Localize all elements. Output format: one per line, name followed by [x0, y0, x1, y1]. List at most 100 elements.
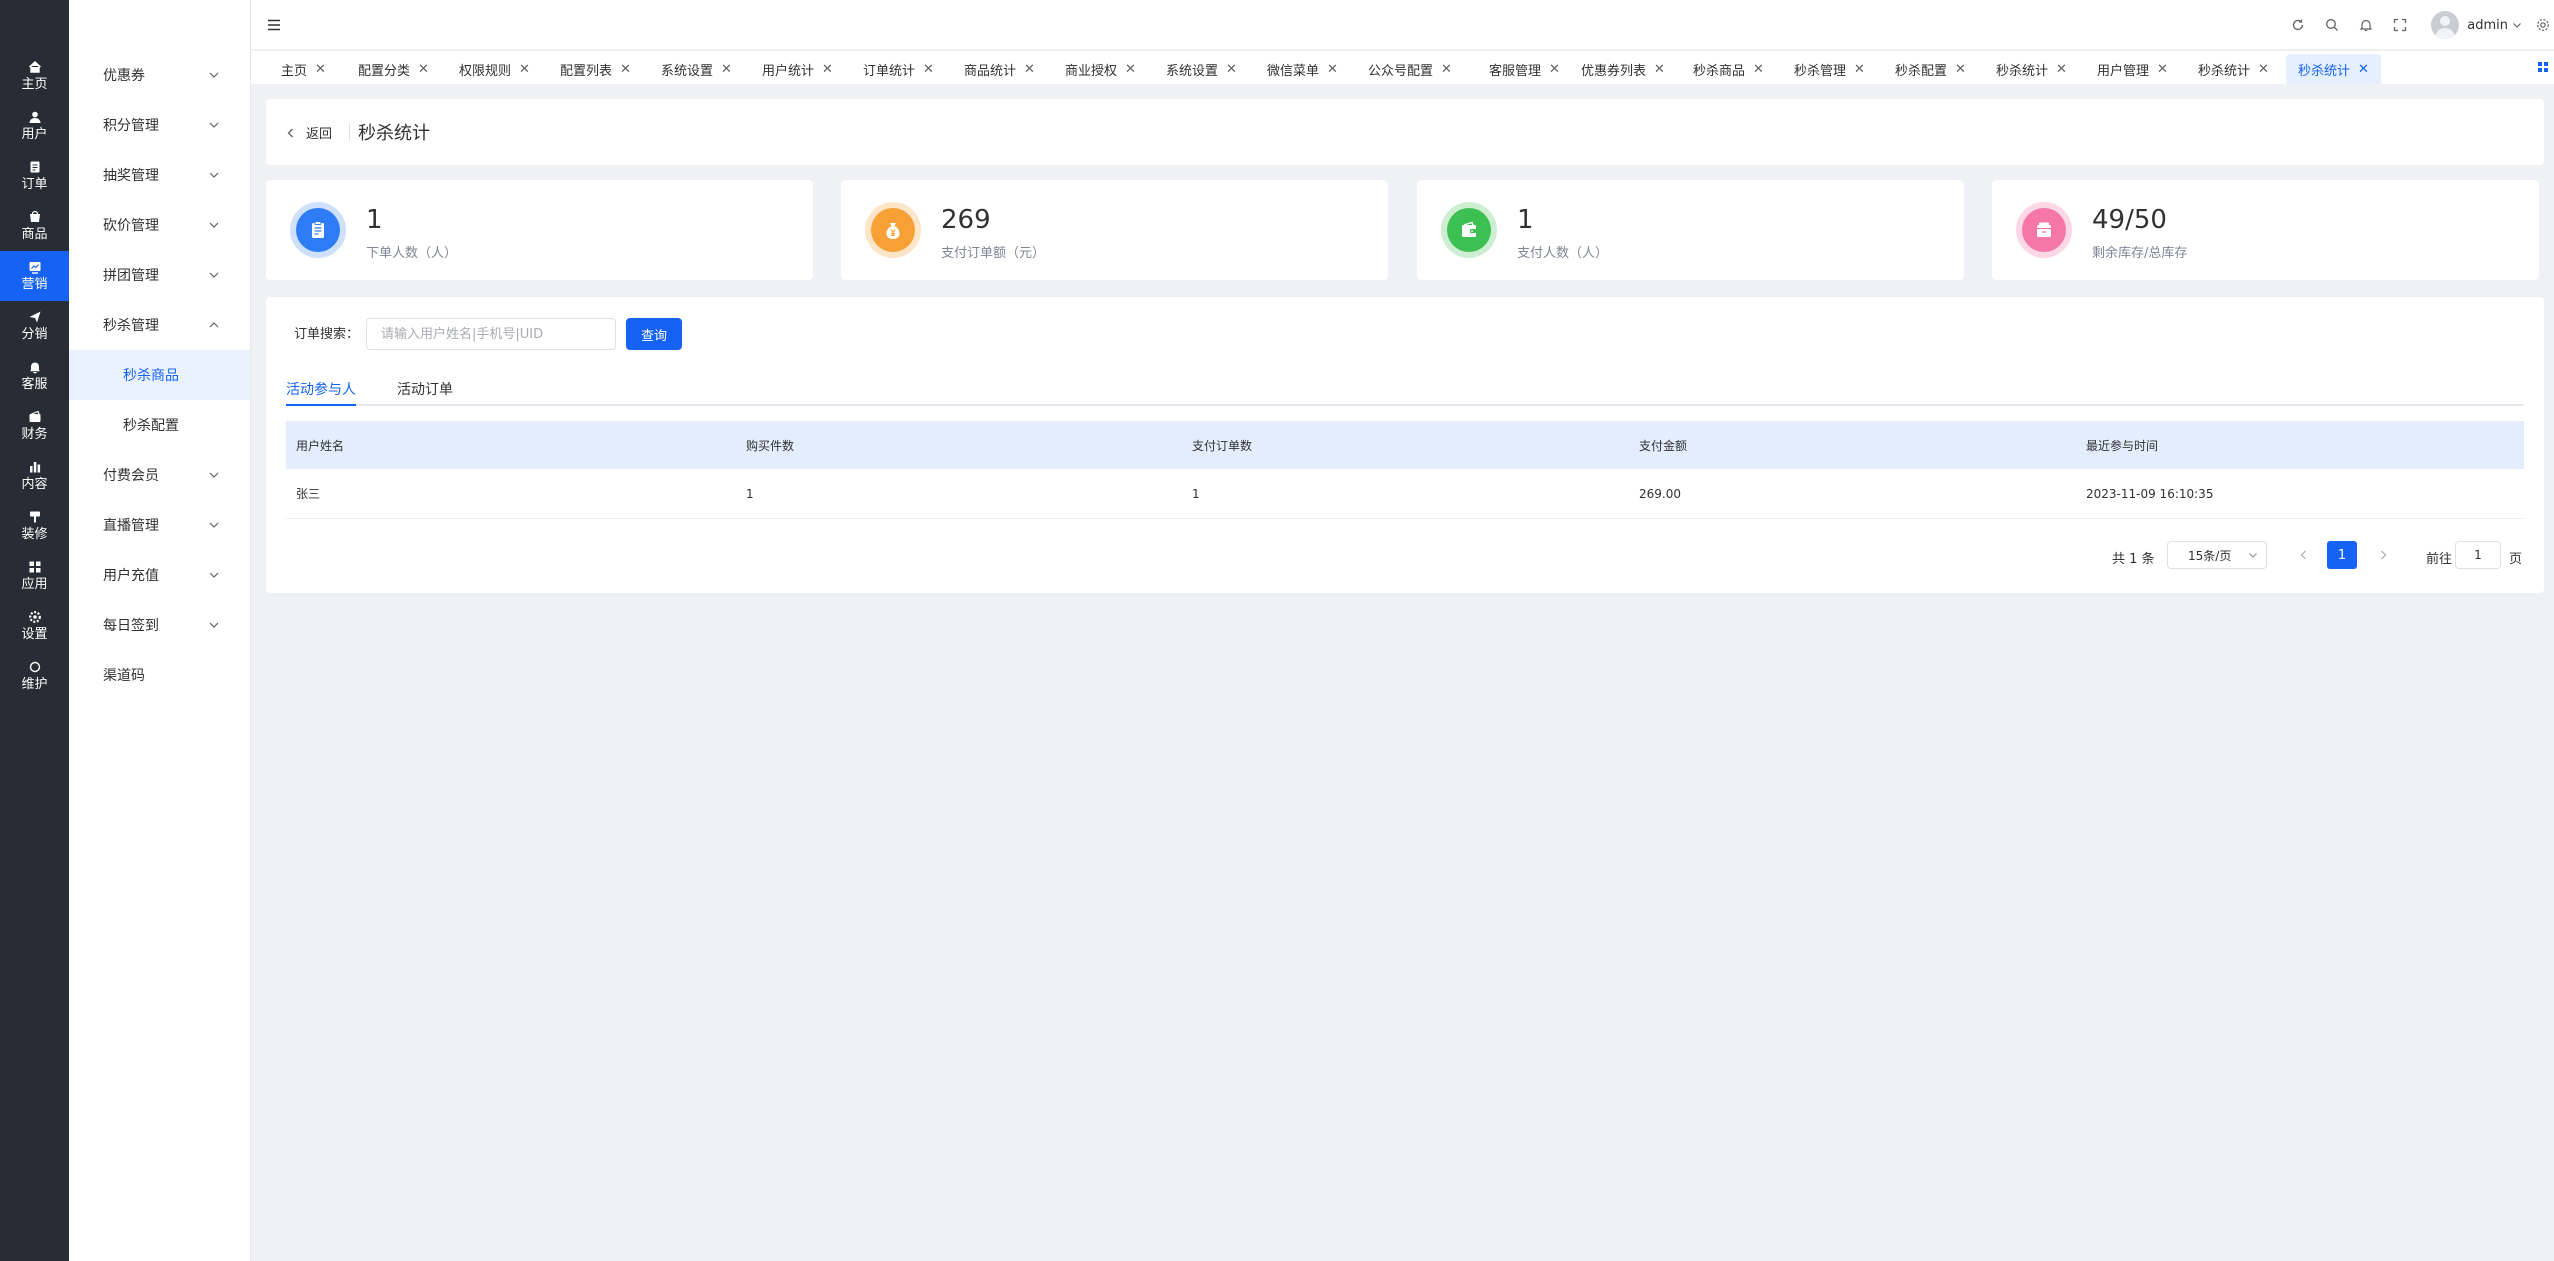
bell-icon[interactable]	[2359, 18, 2373, 32]
avatar[interactable]	[2431, 11, 2460, 39]
close-icon[interactable]: ✕	[519, 62, 530, 77]
tab-17[interactable]: 秒杀统计 ✕	[1996, 54, 2067, 84]
page-number-current[interactable]: 1	[2327, 541, 2357, 569]
close-icon[interactable]: ✕	[1441, 62, 1452, 77]
menu-toggle-icon[interactable]	[266, 17, 282, 33]
rail-item-10[interactable]: 应用	[0, 551, 69, 601]
close-icon[interactable]: ✕	[1654, 62, 1665, 77]
close-icon[interactable]: ✕	[620, 62, 631, 77]
search-icon[interactable]	[2325, 18, 2339, 32]
submenu-item-11[interactable]: 每日签到	[69, 600, 250, 650]
tabs-menu-icon[interactable]	[2536, 60, 2550, 74]
close-icon[interactable]: ✕	[315, 62, 326, 77]
submenu-item-1[interactable]: 积分管理	[69, 100, 250, 150]
tab-10[interactable]: 微信菜单 ✕	[1267, 54, 1338, 84]
tab-12[interactable]: 客服管理 ✕	[1489, 54, 1560, 84]
tab-5[interactable]: 用户统计 ✕	[762, 54, 833, 84]
close-icon[interactable]: ✕	[1024, 62, 1035, 77]
tab-18[interactable]: 用户管理 ✕	[2097, 54, 2168, 84]
tab-11[interactable]: 公众号配置 ✕	[1368, 54, 1452, 84]
rail-item-4[interactable]: 营销	[0, 251, 69, 301]
rail-item-12[interactable]: 维护	[0, 651, 69, 701]
close-icon[interactable]: ✕	[1226, 62, 1237, 77]
rail-item-6[interactable]: 客服	[0, 351, 69, 401]
chevron-down-icon	[209, 622, 219, 628]
close-icon[interactable]: ✕	[2056, 62, 2067, 77]
submenu-item-9[interactable]: 直播管理	[69, 500, 250, 550]
tab-8[interactable]: 商业授权 ✕	[1065, 54, 1136, 84]
rail-item-2[interactable]: 订单	[0, 151, 69, 201]
tab-3[interactable]: 配置列表 ✕	[560, 54, 631, 84]
rail-item-3[interactable]: 商品	[0, 201, 69, 251]
close-icon[interactable]: ✕	[1549, 62, 1560, 77]
close-icon[interactable]: ✕	[822, 62, 833, 77]
close-icon[interactable]: ✕	[721, 62, 732, 77]
tab-16[interactable]: 秒杀配置 ✕	[1895, 54, 1966, 84]
close-icon[interactable]: ✕	[1854, 62, 1865, 77]
submenu-item-5[interactable]: 秒杀管理	[69, 300, 250, 350]
goto-page-input[interactable]	[2455, 541, 2501, 569]
back-button[interactable]: 返回	[286, 123, 332, 142]
tab-14[interactable]: 秒杀商品 ✕	[1693, 54, 1764, 84]
tab-6[interactable]: 订单统计 ✕	[863, 54, 934, 84]
close-icon[interactable]: ✕	[923, 62, 934, 77]
rail-item-7[interactable]: 财务	[0, 401, 69, 451]
submenu-item-2[interactable]: 抽奖管理	[69, 150, 250, 200]
tab-label: 用户管理	[2097, 63, 2150, 79]
close-icon[interactable]: ✕	[1955, 62, 1966, 77]
page-size-select[interactable]: 15条/页	[2167, 541, 2267, 569]
stat-icon-ring	[865, 202, 921, 258]
close-icon[interactable]: ✕	[2258, 62, 2269, 77]
rail-item-11[interactable]: 设置	[0, 601, 69, 651]
close-icon[interactable]: ✕	[1125, 62, 1136, 77]
tab-20[interactable]: 秒杀统计 ✕	[2286, 54, 2381, 84]
tab-0[interactable]: 主页 ✕	[281, 54, 326, 84]
rail-item-label: 营销	[21, 277, 48, 292]
submenu-item-12[interactable]: 渠道码	[69, 650, 250, 700]
tab-7[interactable]: 商品统计 ✕	[964, 54, 1035, 84]
tab-2[interactable]: 权限规则 ✕	[459, 54, 530, 84]
title-divider	[349, 123, 350, 141]
submenu-item-label: 秒杀配置	[123, 418, 179, 434]
next-page-button[interactable]	[2376, 547, 2390, 563]
gear-icon[interactable]	[2536, 18, 2550, 32]
content-tab-0[interactable]: 活动参与人	[286, 379, 356, 406]
close-icon[interactable]: ✕	[1327, 62, 1338, 77]
submenu-item-0[interactable]: 优惠券	[69, 50, 250, 100]
tab-4[interactable]: 系统设置 ✕	[661, 54, 732, 84]
tab-13[interactable]: 优惠券列表 ✕	[1581, 54, 1665, 84]
submenu-item-4[interactable]: 拼团管理	[69, 250, 250, 300]
fullscreen-icon[interactable]	[2393, 18, 2407, 32]
query-button[interactable]: 查询	[626, 318, 682, 350]
close-icon[interactable]: ✕	[1753, 62, 1764, 77]
close-icon[interactable]: ✕	[2358, 62, 2369, 77]
service-icon	[28, 360, 42, 374]
submenu-item-3[interactable]: 砍价管理	[69, 200, 250, 250]
rail-item-9[interactable]: 装修	[0, 501, 69, 551]
content-tab-1[interactable]: 活动订单	[397, 379, 453, 406]
column-header: 购买件数	[746, 438, 795, 453]
submenu-item-10[interactable]: 用户充值	[69, 550, 250, 600]
rail-item-0[interactable]: 主页	[0, 51, 69, 101]
tab-19[interactable]: 秒杀统计 ✕	[2198, 54, 2269, 84]
tab-1[interactable]: 配置分类 ✕	[358, 54, 429, 84]
rail-item-label: 商品	[21, 227, 48, 242]
refresh-icon[interactable]	[2291, 18, 2305, 32]
tab-9[interactable]: 系统设置 ✕	[1166, 54, 1237, 84]
column-header: 支付金额	[1639, 438, 1688, 453]
submenu-item-7[interactable]: 秒杀配置	[69, 400, 250, 450]
chevron-down-icon[interactable]	[2512, 18, 2522, 32]
user-name[interactable]: admin	[2467, 18, 2508, 33]
submenu-item-8[interactable]: 付费会员	[69, 450, 250, 500]
rail-item-5[interactable]: 分销	[0, 301, 69, 351]
stat-label: 支付订单额（元）	[941, 246, 1046, 261]
tab-15[interactable]: 秒杀管理 ✕	[1794, 54, 1865, 84]
close-icon[interactable]: ✕	[418, 62, 429, 77]
close-icon[interactable]: ✕	[2157, 62, 2168, 77]
search-input[interactable]	[366, 318, 616, 350]
submenu-item-6[interactable]: 秒杀商品	[69, 350, 250, 400]
prev-page-button[interactable]	[2297, 547, 2311, 563]
rail-item-8[interactable]: 内容	[0, 451, 69, 501]
chevron-down-icon	[209, 222, 219, 228]
rail-item-1[interactable]: 用户	[0, 101, 69, 151]
